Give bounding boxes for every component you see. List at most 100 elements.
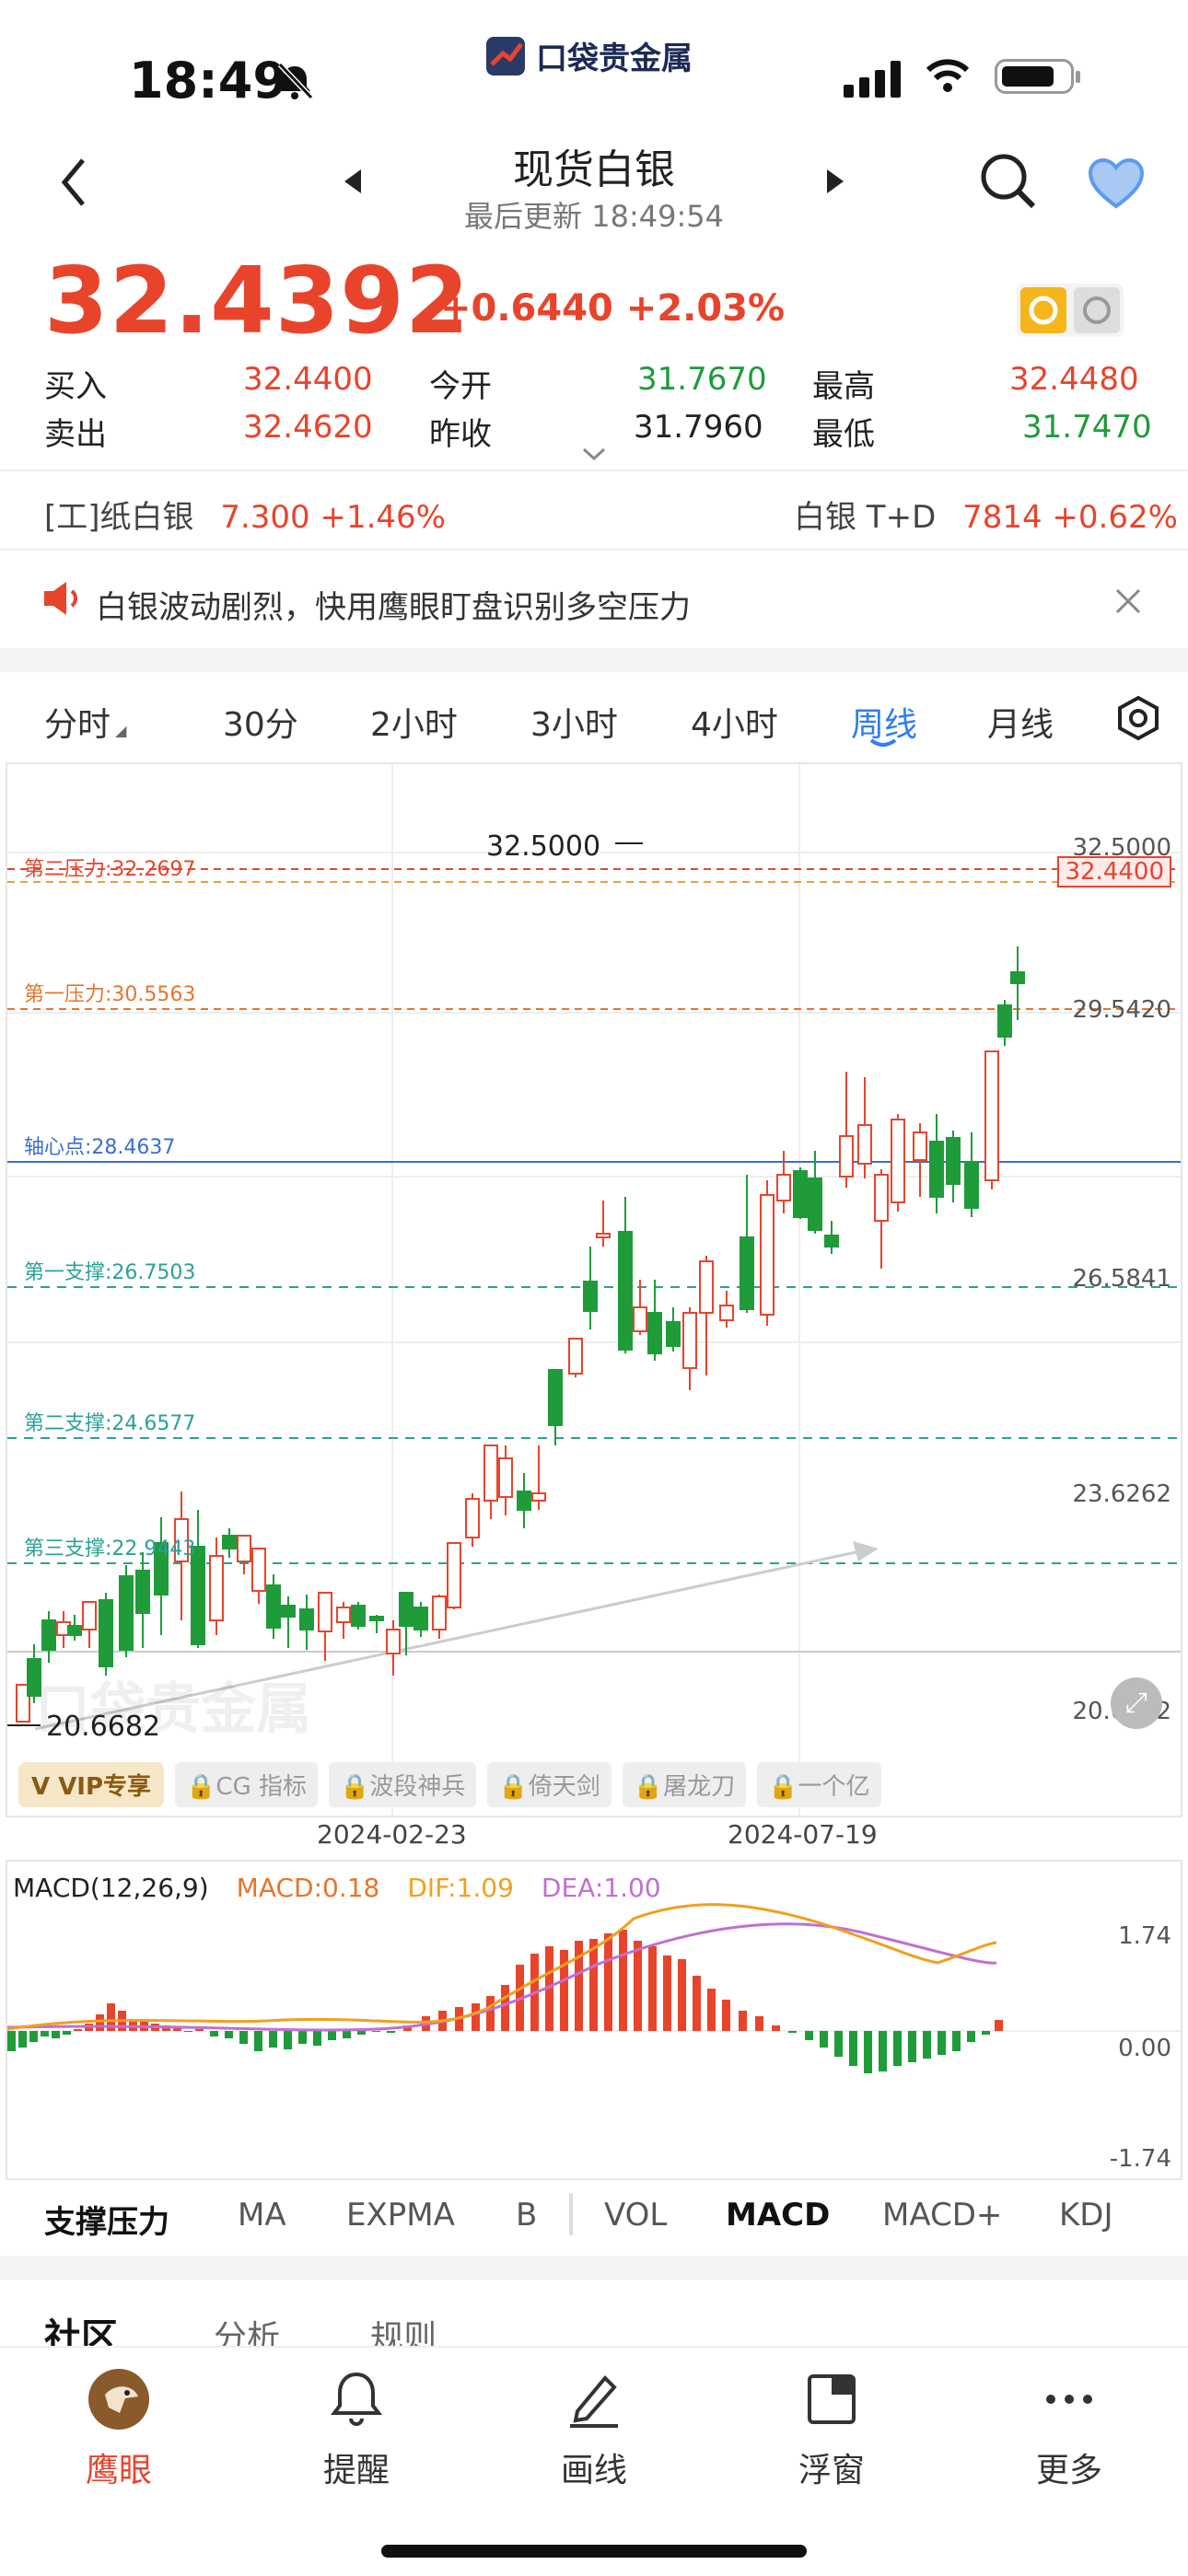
candle-body <box>281 1605 296 1618</box>
macd-bar <box>707 1989 716 2031</box>
tag-wave[interactable]: 🔒波段神兵 <box>329 1762 477 1807</box>
macd-tick: -1.74 <box>1109 2145 1171 2173</box>
active-tab-indicator <box>869 738 897 747</box>
tab-period-3h[interactable]: 3小时 <box>530 698 618 746</box>
level-resistance-2: 第二压力:32.2697 <box>24 858 196 881</box>
candle-body <box>618 1231 633 1351</box>
settings-hex-icon[interactable] <box>1114 694 1162 742</box>
macd-bar <box>328 2031 336 2040</box>
related-paper-silver[interactable]: [工]纸白银 7.300 +1.46% <box>44 492 446 537</box>
nav-reminder[interactable]: 提醒 <box>238 2362 475 2491</box>
candle-body <box>209 1555 224 1621</box>
vip-badge[interactable]: V VIP专享 <box>18 1762 165 1807</box>
tab-period-monthly[interactable]: 月线 <box>987 698 1054 746</box>
expand-chart-button[interactable]: ⤢ <box>1111 1677 1162 1729</box>
candle-body <box>839 1135 854 1178</box>
indicator-tab-support-resistance[interactable]: 支撑压力 <box>44 2197 169 2242</box>
candle-body <box>135 1570 150 1614</box>
macd-bar <box>820 2031 828 2048</box>
favorite-heart-icon[interactable] <box>1087 157 1146 210</box>
indicator-tab-expma[interactable]: EXPMA <box>346 2197 455 2234</box>
tag-cg-indicator[interactable]: 🔒CG 指标 <box>175 1762 318 1807</box>
macd-bar <box>879 2031 887 2071</box>
tab-period-30min[interactable]: 30分 <box>223 698 298 746</box>
current-price-tag: 32.4400 <box>1057 856 1171 888</box>
max-price-label: 32.5000 <box>486 830 601 863</box>
macd-tick: 1.74 <box>1118 1922 1171 1950</box>
nav-draw-line[interactable]: 画线 <box>475 2362 713 2491</box>
macd-bar <box>995 2020 1003 2031</box>
price-tick: 23.6262 <box>1072 1480 1171 1508</box>
indicator-tab-macd-plus[interactable]: MACD+ <box>882 2197 1002 2234</box>
kline-chart[interactable]: 第二压力:32.2697 第一压力:30.5563 轴心点:28.4637 第一… <box>6 762 1182 1817</box>
expand-chevron-icon[interactable] <box>580 446 608 462</box>
macd-bar <box>225 2031 233 2038</box>
ask-label: 卖出 <box>44 416 107 453</box>
candle-body <box>874 1174 889 1222</box>
refresh-icon[interactable] <box>1020 287 1066 333</box>
speaker-icon <box>44 582 77 615</box>
candle-body <box>413 1607 428 1630</box>
macd-bar <box>254 2031 262 2051</box>
macd-bar <box>864 2031 872 2073</box>
high-label: 最高 <box>812 368 875 405</box>
candle-body <box>1010 971 1025 984</box>
macd-bar <box>634 1941 642 2031</box>
cycle-icon[interactable] <box>1074 287 1120 333</box>
macd-bar <box>952 2031 961 2051</box>
macd-bar <box>663 1955 671 2031</box>
indicator-tab-vol[interactable]: VOL <box>604 2197 667 2234</box>
tab-period-4h[interactable]: 4小时 <box>691 698 778 746</box>
current-price: 32.4392 <box>44 247 471 354</box>
open-value: 31.7670 <box>637 361 767 398</box>
macd-bar <box>387 2031 395 2033</box>
candle-body <box>351 1605 366 1627</box>
watermark: 口袋贵金属 <box>35 1677 311 1742</box>
lock-icon: 🔒 <box>633 1773 664 1801</box>
candle-body <box>447 1542 461 1608</box>
tab-period-timeshare[interactable]: 分时 ◢ <box>44 698 126 746</box>
macd-bar <box>788 2031 797 2033</box>
candle-body <box>740 1236 754 1310</box>
macd-bar <box>284 2031 292 2049</box>
candle-body <box>399 1592 413 1627</box>
candle-body <box>913 1131 927 1161</box>
indicator-tab-macd[interactable]: MACD <box>726 2197 830 2234</box>
related-silver-td[interactable]: 白银 T+D 7814 +0.62% <box>794 492 1178 537</box>
candle-body <box>386 1629 401 1654</box>
macd-bar <box>372 2031 380 2032</box>
nav-float-window[interactable]: 浮窗 <box>713 2362 950 2491</box>
tag-billion[interactable]: 🔒一个亿 <box>757 1762 881 1807</box>
notice-text[interactable]: 白银波动剧烈，快用鹰眼盯盘识别多空压力 <box>96 582 691 627</box>
nav-eagle-eye[interactable]: 鹰眼 <box>0 2362 238 2491</box>
indicator-tab-kdj[interactable]: KDJ <box>1059 2197 1113 2234</box>
macd-bar <box>210 2031 218 2036</box>
candle-body <box>483 1445 498 1502</box>
high-value: 32.4480 <box>1009 361 1139 398</box>
indicator-tab-b[interactable]: B <box>516 2197 537 2234</box>
tab-period-2h[interactable]: 2小时 <box>370 698 458 746</box>
macd-bar <box>893 2031 902 2066</box>
nav-more[interactable]: 更多 <box>950 2362 1188 2491</box>
level-support-3: 第三支撑:22.9443 <box>24 1537 196 1561</box>
candle-body <box>760 1194 775 1316</box>
candle-body <box>498 1457 513 1498</box>
candle-body <box>583 1281 598 1312</box>
macd-bar <box>604 1933 612 2031</box>
low-value: 31.7470 <box>1022 409 1152 446</box>
next-icon[interactable] <box>823 168 845 195</box>
macd-bar <box>357 2031 366 2035</box>
candle-body <box>548 1369 563 1426</box>
tag-dragon[interactable]: 🔒屠龙刀 <box>622 1762 747 1807</box>
candle-body <box>99 1599 113 1667</box>
search-icon[interactable] <box>978 151 1039 212</box>
macd-chart[interactable]: MACD(12,26,9) MACD:0.18 DIF:1.09 DEA:1.0… <box>6 1860 1182 2180</box>
ask-value: 32.4620 <box>243 409 373 446</box>
status-time: 18:49 <box>129 52 287 110</box>
tag-sword[interactable]: 🔒倚天剑 <box>487 1762 611 1807</box>
candle-body <box>964 1161 979 1209</box>
macd-bar <box>96 2014 104 2031</box>
mode-toggle[interactable] <box>1017 284 1124 337</box>
indicator-tab-ma[interactable]: MA <box>238 2197 286 2234</box>
close-icon[interactable] <box>1114 587 1142 615</box>
